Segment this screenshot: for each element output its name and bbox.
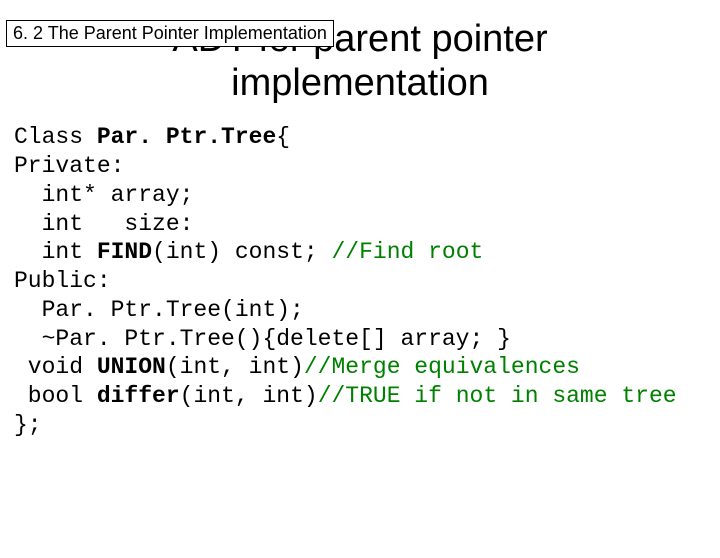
code-line-6: Public: [14,268,111,294]
title-line-2: implementation [231,62,489,104]
code-line-10: bool differ(int, int)//TRUE if not in sa… [14,383,677,409]
code-line-11: }; [14,412,42,438]
code-line-7: Par. Ptr.Tree(int); [14,297,304,323]
section-label: 6. 2 The Parent Pointer Implementation [6,20,334,47]
code-line-1: Class Par. Ptr.Tree{ [14,124,290,150]
code-line-9: void UNION(int, int)//Merge equivalences [14,354,580,380]
code-line-3: int* array; [14,182,193,208]
code-line-5: int FIND(int) const; //Find root [14,239,483,265]
code-line-4: int size: [14,211,193,237]
code-line-2: Private: [14,153,124,179]
code-line-8: ~Par. Ptr.Tree(){delete[] array; } [14,326,511,352]
code-block: Class Par. Ptr.Tree{ Private: int* array… [14,123,720,439]
